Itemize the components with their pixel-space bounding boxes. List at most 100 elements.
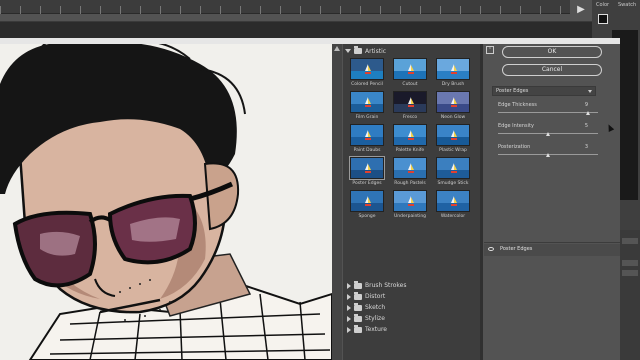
ruler-tick — [0, 6, 1, 14]
tab-color[interactable]: Color — [596, 2, 609, 8]
filter-thumbnail[interactable]: Underpainting — [390, 190, 430, 219]
chevron-down-icon — [588, 90, 592, 93]
filter-preview-image — [393, 91, 427, 113]
panel-item[interactable] — [622, 260, 638, 266]
gallery-scrollbar[interactable] — [480, 44, 483, 360]
filter-thumbnail[interactable]: Colored Pencil — [347, 58, 387, 87]
ruler-tick — [140, 6, 141, 14]
ruler-tick — [160, 6, 161, 14]
filter-thumbnail[interactable]: Rough Pastels — [390, 157, 430, 186]
filter-thumbnail[interactable]: Cutout — [390, 58, 430, 87]
filter-label: Smudge Stick — [437, 181, 469, 186]
eye-icon[interactable] — [488, 247, 494, 251]
filter-thumbnail[interactable]: Neon Glow — [433, 91, 473, 120]
ruler-tick — [20, 6, 21, 14]
category-label: Brush Strokes — [365, 282, 407, 289]
cancel-button[interactable]: Cancel — [502, 64, 602, 76]
filter-thumbnail[interactable]: Dry Brush — [433, 58, 473, 87]
scroll-up-icon[interactable] — [334, 46, 340, 51]
ruler-tick — [560, 6, 561, 14]
ruler-tick — [420, 6, 421, 14]
filter-preview-image — [393, 190, 427, 212]
preview-canvas[interactable] — [0, 44, 332, 360]
layers-panel-edge — [620, 230, 640, 360]
ruler-tick — [80, 6, 81, 14]
slider-handle[interactable] — [546, 153, 550, 157]
play-icon[interactable]: ▶ — [572, 2, 590, 18]
category-row[interactable]: Distort — [347, 291, 475, 302]
ruler-tick — [280, 6, 281, 14]
collapse-gallery-icon[interactable]: ⌃ — [486, 46, 494, 54]
category-label: Distort — [365, 293, 386, 300]
category-row[interactable]: Texture — [347, 324, 475, 335]
collapsed-triangle-icon — [347, 315, 351, 322]
effect-layer-row[interactable]: Poster Edges — [484, 244, 620, 256]
layers-divider — [484, 242, 620, 243]
filter-thumbnail[interactable]: Plastic Wrap — [433, 124, 473, 153]
folder-icon — [354, 324, 362, 333]
filter-label: Fresco — [402, 115, 418, 120]
category-artistic[interactable]: Artistic — [345, 46, 386, 56]
panel-item[interactable] — [622, 238, 638, 244]
filter-label: Cutout — [402, 82, 418, 87]
filter-label: Sponge — [358, 214, 376, 219]
category-row[interactable]: Sketch — [347, 302, 475, 313]
ruler-tick — [440, 6, 441, 14]
filter-select[interactable]: Poster Edges — [492, 86, 596, 96]
ruler-tick — [200, 6, 201, 14]
filter-thumbnail[interactable]: Sponge — [347, 190, 387, 219]
filter-preview-image — [350, 124, 384, 146]
filter-thumbnail[interactable]: Fresco — [390, 91, 430, 120]
filter-label: Neon Glow — [440, 115, 466, 120]
ruler-tick — [60, 6, 61, 14]
slider-value[interactable]: 9 — [585, 102, 588, 108]
ruler-tick — [340, 6, 341, 14]
filter-controls: ⌃ OK Cancel Poster Edges Edge Thickness 9… — [484, 44, 620, 360]
slider-row: Posterization 3 — [498, 144, 598, 162]
filter-preview-image — [436, 190, 470, 212]
ruler-tick — [460, 6, 461, 14]
ruler-tick — [260, 6, 261, 14]
filter-preview-image — [350, 91, 384, 113]
slider-handle[interactable] — [546, 132, 550, 136]
category-label: Texture — [365, 326, 387, 333]
folder-icon — [354, 302, 362, 311]
panel-item[interactable] — [622, 270, 638, 276]
poster-edges-portrait — [0, 44, 332, 360]
ruler-tick — [180, 6, 181, 14]
category-row[interactable]: Stylize — [347, 313, 475, 324]
preview-scrollbar[interactable] — [332, 44, 342, 360]
filter-preview-image — [436, 124, 470, 146]
slider-label: Posterization — [498, 144, 531, 150]
filter-thumbnail[interactable]: Film Grain — [347, 91, 387, 120]
ruler-tick — [300, 6, 301, 14]
folder-icon — [354, 46, 362, 54]
slider-track[interactable] — [498, 112, 598, 113]
filter-thumbnail[interactable]: Smudge Stick — [433, 157, 473, 186]
filter-preview-image — [393, 124, 427, 146]
slider-handle[interactable] — [586, 111, 590, 115]
ruler-tick — [100, 6, 101, 14]
ruler-tick — [480, 6, 481, 14]
foreground-color-swatch[interactable] — [598, 14, 608, 24]
filter-label: Plastic Wrap — [439, 148, 467, 153]
filter-thumbnail[interactable]: Poster Edges — [347, 156, 387, 186]
filter-label: Rough Pastels — [394, 181, 426, 186]
collapsed-categories: Brush Strokes Distort Sketch Stylize Texture — [347, 280, 475, 335]
slider-row: Edge Thickness 9 — [498, 102, 598, 120]
filter-thumbnail[interactable]: Palette Knife — [390, 124, 430, 153]
category-row[interactable]: Brush Strokes — [347, 280, 475, 291]
filter-thumbnail[interactable]: Watercolor — [433, 190, 473, 219]
slider-value[interactable]: 5 — [585, 123, 588, 129]
category-label: Stylize — [365, 315, 385, 322]
collapsed-triangle-icon — [347, 282, 351, 289]
tab-swatches[interactable]: Swatch — [618, 2, 636, 8]
ruler-tick — [400, 6, 401, 14]
ok-button[interactable]: OK — [502, 46, 602, 58]
filter-select-value: Poster Edges — [496, 88, 529, 94]
slider-label: Edge Intensity — [498, 123, 534, 129]
filter-preview-image — [350, 190, 384, 212]
filter-preview-image — [350, 58, 384, 80]
filter-thumbnail[interactable]: Paint Daubs — [347, 124, 387, 153]
slider-value[interactable]: 3 — [585, 144, 588, 150]
